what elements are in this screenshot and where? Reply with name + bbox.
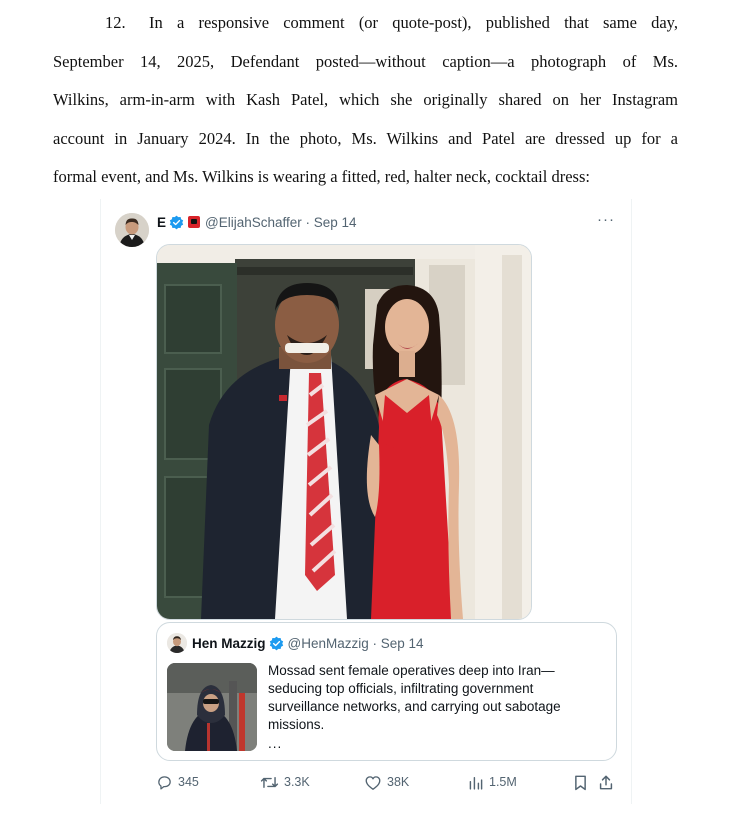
repost-button[interactable]: 3.3K: [260, 771, 310, 793]
repost-count: 3.3K: [284, 775, 310, 789]
verified-badge-icon: [169, 215, 184, 229]
views-button[interactable]: 1.5M: [468, 771, 517, 793]
quoted-tweet-thumbnail: [167, 663, 257, 751]
more-options-icon[interactable]: ···: [597, 211, 615, 228]
affiliate-badge-icon: [188, 216, 201, 228]
views-count: 1.5M: [489, 775, 517, 789]
paragraph-line-3: Wilkins, arm-in-arm with Kash Patel, whi…: [53, 90, 678, 109]
reply-button[interactable]: 345: [156, 771, 199, 793]
paragraph-line-1: 12. In a responsive comment (or quote-pos…: [53, 4, 678, 43]
author-avatar[interactable]: [115, 213, 149, 247]
embedded-tweet: E @ElijahSchaffer · Sep 14 ··· Hen Mazzi…: [100, 199, 632, 804]
like-count: 38K: [387, 775, 410, 789]
tweet-actions: 345 3.3K 38K 1.5M: [156, 771, 626, 793]
author-name[interactable]: E: [157, 215, 166, 230]
bookmark-button[interactable]: [573, 771, 593, 793]
like-button[interactable]: 38K: [364, 771, 409, 793]
paragraph-number: 12.: [105, 13, 126, 32]
views-icon: [469, 776, 483, 790]
quoted-tweet-text: Mossad sent female operatives deep into …: [268, 662, 598, 753]
share-icon: [599, 775, 613, 789]
quoted-verified-badge-icon: [269, 636, 283, 650]
quoted-tweet[interactable]: Hen Mazzig @HenMazzig · Sep 14 Mossad se…: [156, 622, 617, 761]
quoted-tweet-header: Hen Mazzig @HenMazzig · Sep 14: [167, 633, 424, 653]
quoted-tweet-ellipsis: ...: [268, 736, 283, 751]
reply-count: 345: [178, 775, 199, 789]
bookmark-icon: [575, 775, 586, 790]
author-handle-date[interactable]: @ElijahSchaffer · Sep 14: [205, 215, 357, 230]
paragraph-line-5: formal event, and Ms. Wilkins is wearing…: [53, 167, 590, 186]
tweet-photo[interactable]: [156, 244, 532, 620]
heart-icon: [365, 775, 381, 790]
repost-icon: [260, 776, 279, 788]
quoted-author-avatar: [167, 633, 187, 653]
paragraph-line-4: account in January 2024. In the photo, M…: [53, 128, 678, 148]
tweet-header: E @ElijahSchaffer · Sep 14: [157, 213, 357, 231]
paragraph-line-2: September 14, 2025, Defendant posted—wit…: [53, 51, 678, 71]
share-button[interactable]: [598, 771, 619, 793]
reply-icon: [158, 775, 171, 790]
legal-paragraph: 12. In a responsive comment (or quote-pos…: [53, 4, 678, 197]
quoted-author-name: Hen Mazzig: [192, 635, 266, 651]
quoted-handle-date: @HenMazzig · Sep 14: [287, 635, 424, 651]
